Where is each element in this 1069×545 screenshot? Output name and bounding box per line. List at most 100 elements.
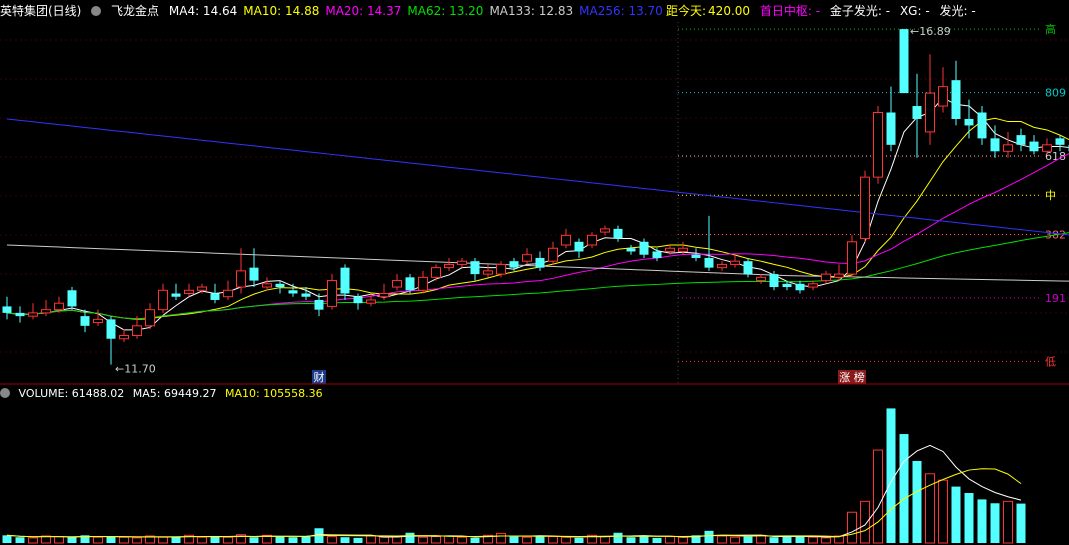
- volume-bar: [977, 499, 987, 543]
- candle[interactable]: [600, 225, 610, 236]
- candle[interactable]: [613, 225, 623, 242]
- candle[interactable]: [522, 248, 532, 265]
- candle[interactable]: [925, 54, 935, 145]
- candle[interactable]: [379, 283, 389, 300]
- candle[interactable]: [639, 238, 649, 258]
- candle-body: [418, 276, 428, 291]
- collapse-icon[interactable]: [0, 388, 10, 398]
- candle[interactable]: [821, 270, 831, 284]
- candle[interactable]: [1016, 128, 1026, 152]
- candle[interactable]: [899, 29, 909, 94]
- candle[interactable]: [2, 296, 12, 320]
- candle[interactable]: [457, 257, 467, 268]
- candle[interactable]: [28, 303, 38, 320]
- ma-value-2: MA20: 14.37: [325, 4, 402, 18]
- volume-bar: [769, 537, 779, 543]
- candle[interactable]: [184, 283, 194, 297]
- candle[interactable]: [548, 241, 558, 265]
- candle[interactable]: [210, 283, 220, 304]
- candle[interactable]: [236, 248, 246, 294]
- candle-body: [691, 254, 701, 258]
- candle-body: [600, 228, 610, 233]
- volume-bar: [171, 536, 181, 543]
- candle-body: [821, 273, 831, 282]
- header-right: 距今天: 420.00 首日中枢: - 金子发光: - XG: - 发光: -: [666, 0, 982, 22]
- signal-gold: 金子发光: -: [829, 4, 891, 18]
- candle[interactable]: [327, 274, 337, 310]
- candle[interactable]: [470, 257, 480, 281]
- event-marker[interactable]: 财: [312, 370, 326, 384]
- marker-label: 财: [314, 370, 325, 384]
- volume-bar: [301, 535, 311, 543]
- candle[interactable]: [704, 215, 714, 271]
- candle[interactable]: [262, 277, 272, 291]
- candle[interactable]: [106, 316, 116, 365]
- candle[interactable]: [795, 280, 805, 294]
- candle[interactable]: [652, 248, 662, 262]
- volume-bar: [223, 536, 233, 544]
- candle[interactable]: [1055, 135, 1065, 152]
- kline-chart[interactable]: 高809618中382191低 ←16.89←11.70 财涨 榜: [0, 0, 1069, 545]
- indicator-name[interactable]: 飞龙金点: [111, 4, 159, 18]
- candle-body: [1003, 144, 1013, 152]
- first-day-center: 首日中枢: -: [759, 4, 821, 18]
- collapse-icon[interactable]: [91, 6, 102, 16]
- candle[interactable]: [1003, 131, 1013, 158]
- volume-bar: [574, 537, 584, 543]
- candle[interactable]: [171, 283, 181, 300]
- candle[interactable]: [158, 283, 168, 313]
- candle[interactable]: [223, 280, 233, 300]
- candle-body: [366, 299, 376, 304]
- candle[interactable]: [119, 329, 129, 342]
- candle-body: [158, 289, 168, 311]
- candle[interactable]: [847, 235, 857, 278]
- candle[interactable]: [93, 309, 103, 326]
- candle[interactable]: [808, 280, 818, 291]
- candle[interactable]: [249, 248, 259, 288]
- candle[interactable]: [626, 245, 636, 255]
- event-markers[interactable]: 财涨 榜: [312, 370, 866, 384]
- volume-bar: [470, 537, 480, 543]
- candle[interactable]: [574, 238, 584, 258]
- candle[interactable]: [67, 287, 77, 310]
- stock-name[interactable]: 英特集团(日线): [0, 4, 81, 18]
- candle-body: [561, 234, 571, 246]
- candle-body: [496, 263, 506, 275]
- candle-body: [301, 293, 311, 297]
- candle[interactable]: [691, 248, 701, 262]
- days-label: 距今天:: [666, 4, 707, 18]
- candle[interactable]: [288, 283, 298, 297]
- candle-body: [522, 254, 532, 262]
- candle-body: [795, 283, 805, 291]
- candle-body: [262, 283, 272, 288]
- volume-bar: [249, 537, 259, 543]
- event-marker[interactable]: 涨 榜: [838, 370, 866, 384]
- candle[interactable]: [886, 86, 896, 152]
- candle-body: [548, 247, 558, 262]
- candle[interactable]: [392, 274, 402, 291]
- candle[interactable]: [912, 73, 922, 158]
- volume-bars[interactable]: [2, 408, 1026, 544]
- candle[interactable]: [860, 170, 870, 242]
- candle[interactable]: [873, 106, 883, 184]
- candle[interactable]: [15, 306, 25, 323]
- candle[interactable]: [275, 280, 285, 294]
- candle[interactable]: [730, 254, 740, 268]
- candle[interactable]: [145, 303, 155, 330]
- volume-bar: [535, 535, 545, 543]
- candle[interactable]: [951, 60, 961, 126]
- candle-body: [730, 260, 740, 265]
- candle[interactable]: [756, 274, 766, 284]
- candle[interactable]: [977, 106, 987, 145]
- candle[interactable]: [41, 299, 51, 317]
- candle[interactable]: [483, 264, 493, 278]
- candle[interactable]: [561, 228, 571, 249]
- candle[interactable]: [444, 257, 454, 271]
- candle[interactable]: [1029, 135, 1039, 155]
- candle-body: [405, 277, 415, 291]
- candle[interactable]: [717, 261, 727, 271]
- volume-bar: [509, 536, 519, 543]
- candle-body: [2, 306, 12, 313]
- candle-body: [626, 248, 636, 252]
- candle[interactable]: [938, 67, 948, 113]
